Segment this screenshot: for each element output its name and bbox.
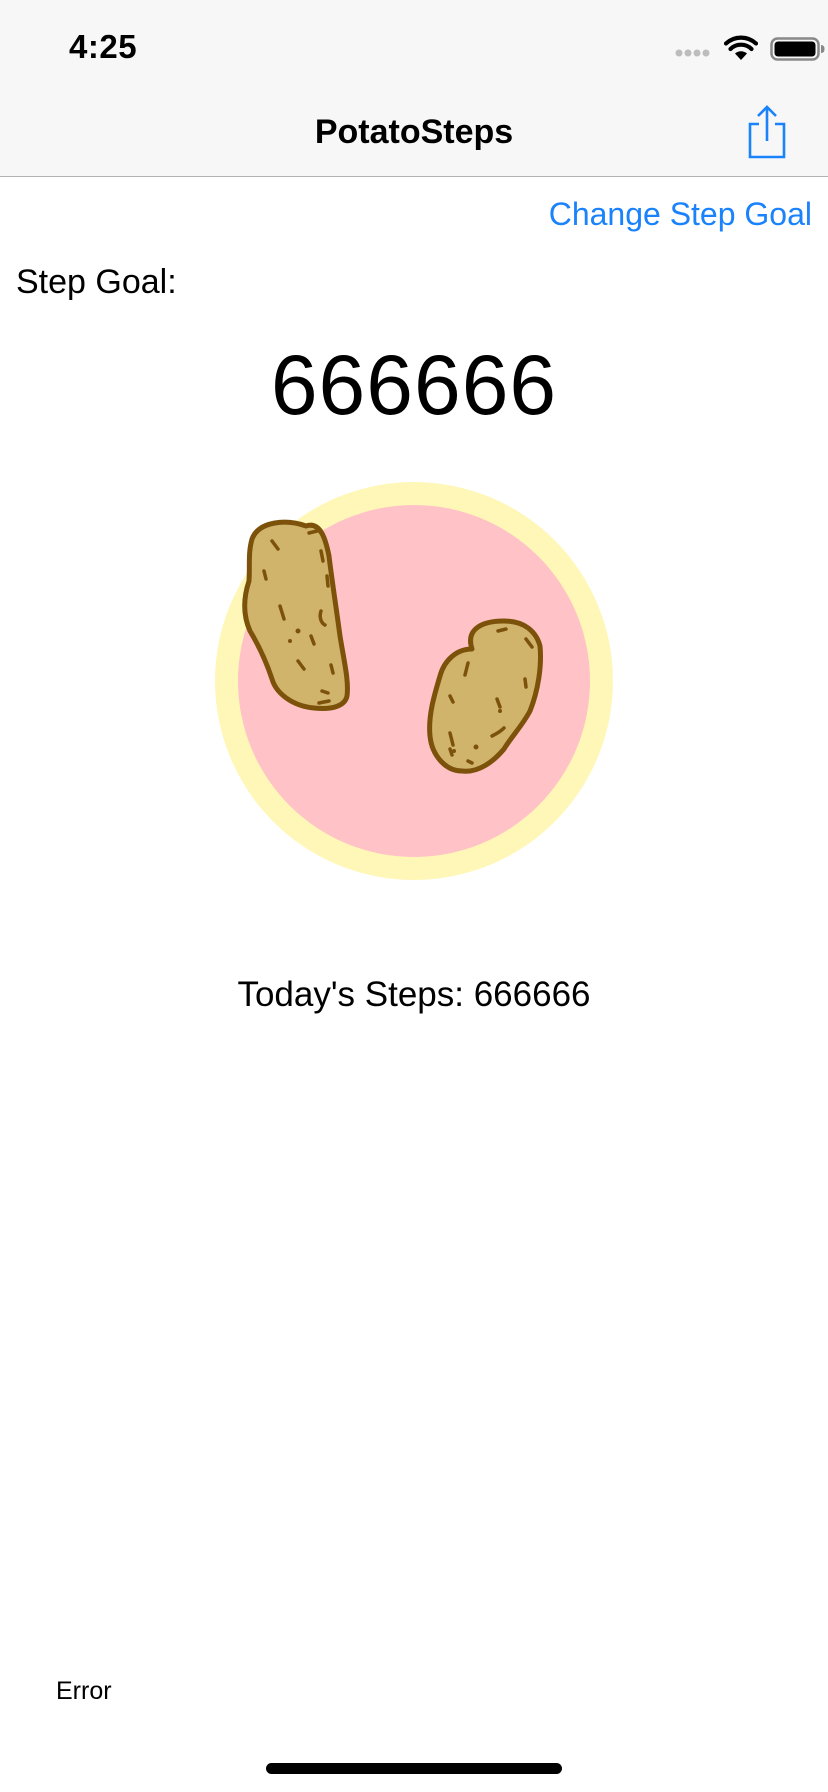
status-time: 4:25: [69, 28, 138, 65]
battery-icon: [770, 37, 825, 61]
step-goal-value: 666666: [270, 338, 558, 432]
potato-footprints-badge: [214, 481, 614, 881]
change-step-goal-button[interactable]: Change Step Goal: [549, 196, 812, 233]
status-bar: 4:25: [0, 0, 828, 88]
navigation-bar: PotatoSteps: [0, 88, 828, 177]
potato-footprints-icon: [215, 482, 613, 880]
home-indicator[interactable]: [266, 1763, 562, 1774]
share-icon: [748, 105, 786, 159]
page-title: PotatoSteps: [314, 113, 514, 151]
signal-icon: [675, 49, 710, 57]
wifi-icon: [724, 35, 758, 60]
error-label: Error: [56, 1677, 112, 1705]
todays-steps-label: Today's Steps: 666666: [237, 975, 591, 1014]
share-button[interactable]: [742, 104, 792, 160]
step-goal-label: Step Goal:: [16, 263, 177, 301]
